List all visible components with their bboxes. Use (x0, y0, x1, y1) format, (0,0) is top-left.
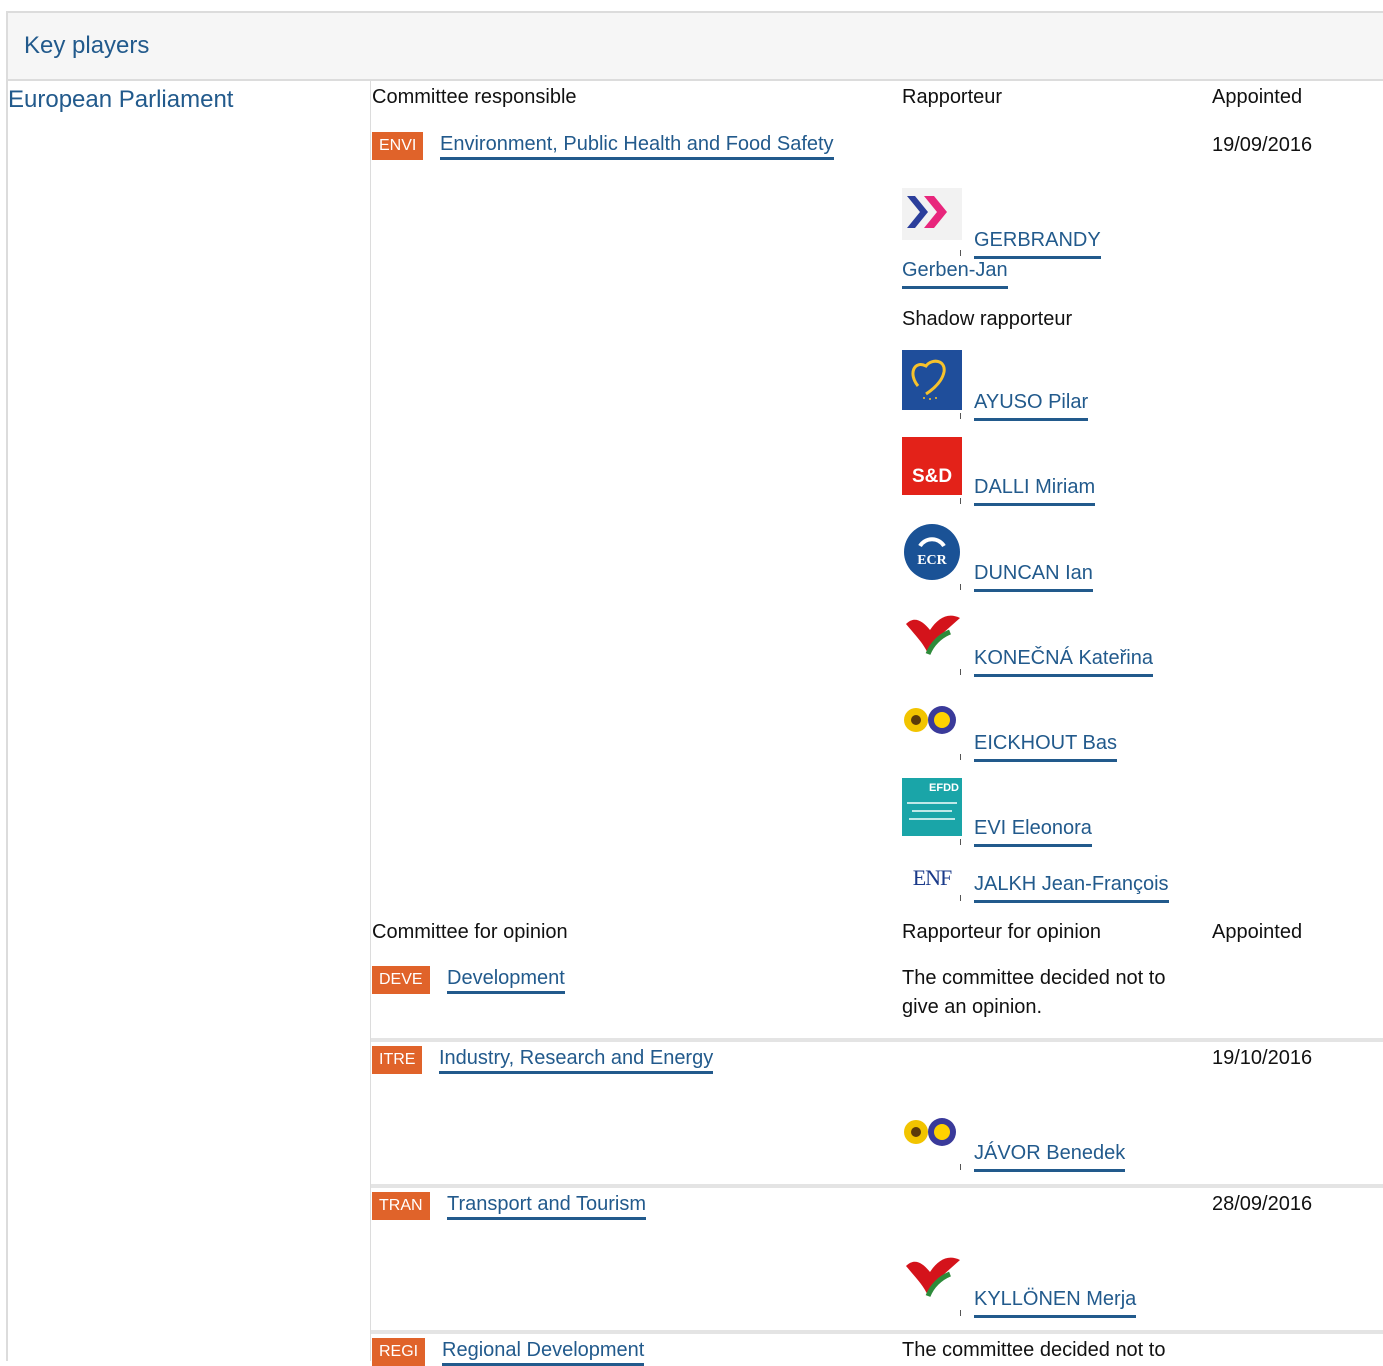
page-title: Key players (24, 32, 150, 59)
alde-chevron-logo (902, 188, 962, 240)
shadow-rapporteur-link[interactable]: AYUSO Pilar (974, 388, 1089, 421)
committee-badge-itre: ITRE (372, 1046, 423, 1074)
shadow-rapporteur-link[interactable]: JALKH Jean-François (974, 870, 1169, 903)
gue-ngl-logo (902, 608, 962, 658)
logo-spacer (960, 839, 961, 845)
left-border (6, 79, 8, 1361)
rapporteur-opinion-link[interactable]: JÁVOR Benedek (974, 1139, 1126, 1172)
appointed-date-envi: 19/09/2016 (1212, 134, 1313, 156)
rapporteur-header: Rapporteur (902, 86, 1003, 108)
shadow-rapporteur-link[interactable]: DALLI Miriam (974, 473, 1096, 506)
ecr-logo: ECR (902, 522, 962, 582)
row-separator (371, 1184, 1383, 1188)
header-divider (6, 79, 1383, 81)
epp-heart-logo (902, 350, 962, 410)
key-players-header (6, 11, 1383, 81)
rapporteur-link-firstname[interactable]: Gerben-Jan (902, 256, 1008, 289)
committee-badge-deve: DEVE (372, 966, 430, 994)
shadow-rapporteur-link[interactable]: EICKHOUT Bas (974, 729, 1117, 762)
committee-link-deve[interactable]: Development (447, 967, 565, 994)
committee-link-regi[interactable]: Regional Development (442, 1339, 645, 1366)
appointed-date-itre: 19/10/2016 (1212, 1047, 1313, 1069)
committee-badge-regi: REGI (372, 1338, 426, 1366)
logo-spacer (960, 669, 961, 675)
greens-efa-logo (902, 700, 962, 740)
logo-spacer (960, 584, 961, 590)
committee-link-tran[interactable]: Transport and Tourism (447, 1193, 646, 1220)
committee-link-envi[interactable]: Environment, Public Health and Food Safe… (440, 133, 834, 160)
logo-spacer (960, 1164, 961, 1170)
greens-efa-logo (902, 1112, 962, 1152)
shadow-rapporteur-link[interactable]: KONEČNÁ Kateřina (974, 644, 1153, 677)
appointed-date-tran: 28/09/2016 (1212, 1193, 1313, 1215)
rapporteur-opinion-link[interactable]: KYLLÖNEN Merja (974, 1285, 1137, 1318)
efdd-logo: EFDD (902, 778, 962, 836)
appointed-header: Appointed (1212, 921, 1303, 943)
svg-text:ECR: ECR (917, 553, 947, 568)
shadow-rapporteur-link[interactable]: DUNCAN Ian (974, 559, 1093, 592)
committee-link-itre[interactable]: Industry, Research and Energy (439, 1047, 714, 1074)
rapporteur-link-name[interactable]: GERBRANDY (974, 226, 1101, 259)
shadow-rapporteur-link[interactable]: EVI Eleonora (974, 814, 1092, 847)
row-separator (371, 1038, 1383, 1042)
sd-logo: S&D (902, 437, 962, 495)
gue-ngl-logo (902, 1250, 962, 1300)
no-opinion-note: The committee decided not to give an opi… (902, 967, 1166, 1018)
enf-logo: ENF (912, 865, 953, 890)
logo-spacer (960, 498, 961, 504)
logo-spacer (960, 1310, 961, 1316)
committee-badge-tran: TRAN (372, 1192, 430, 1220)
row-separator (371, 1330, 1383, 1334)
column-divider (370, 81, 371, 1361)
committee-opinion-header: Committee for opinion (372, 921, 568, 943)
appointed-header: Appointed (1212, 86, 1303, 108)
committee-badge-envi: ENVI (372, 132, 424, 160)
institution-label: European Parliament (8, 86, 234, 113)
logo-spacer (960, 413, 961, 419)
logo-spacer (960, 754, 961, 760)
logo-spacer (960, 895, 961, 901)
committee-responsible-header: Committee responsible (372, 86, 577, 108)
shadow-rapporteur-label: Shadow rapporteur (902, 308, 1073, 330)
rapporteur-opinion-header: Rapporteur for opinion (902, 921, 1102, 943)
